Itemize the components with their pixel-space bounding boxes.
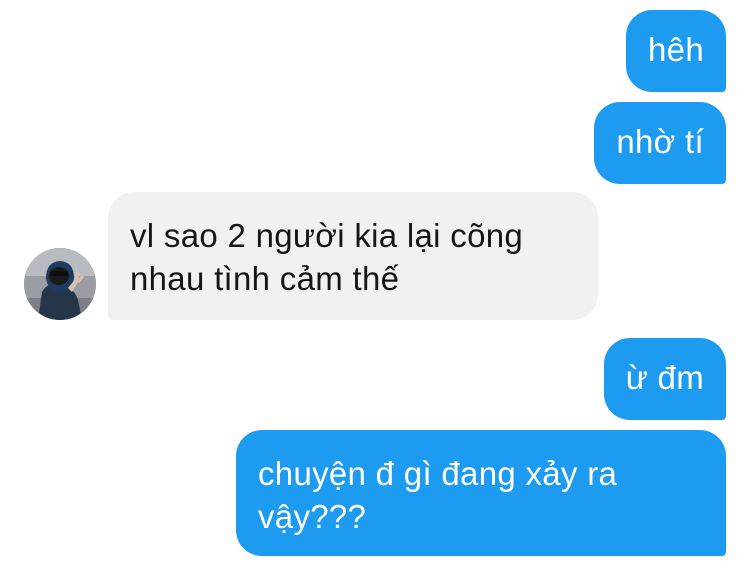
user-avatar-icon <box>24 248 96 320</box>
sent-message-bubble[interactable]: nhờ tí <box>594 102 726 184</box>
sent-message-bubble[interactable]: chuyện đ gì đang xảy ra vậy??? <box>236 430 726 556</box>
received-message-bubble[interactable]: vl sao 2 người kia lại cõng nhau tình cả… <box>108 192 598 320</box>
sent-message-bubble[interactable]: hêh <box>626 10 726 92</box>
avatar[interactable] <box>24 248 96 320</box>
sent-message-bubble[interactable]: ừ đm <box>603 338 726 420</box>
